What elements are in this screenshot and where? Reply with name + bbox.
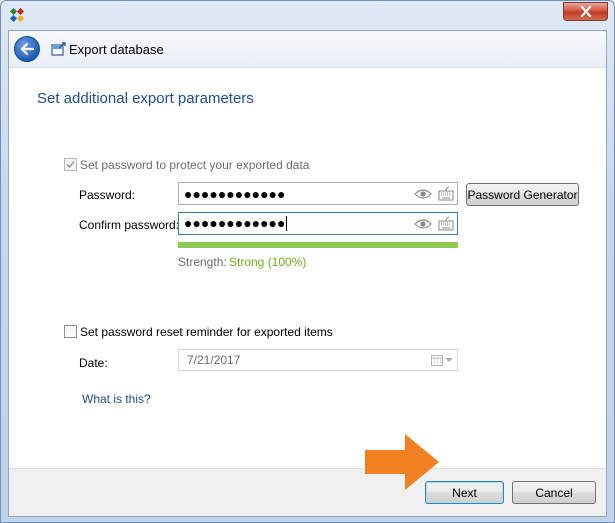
wizard-footer: Next Cancel <box>9 468 606 516</box>
strength-label: Strength: <box>178 255 227 269</box>
reminder-date-picker[interactable]: 7/21/2017 <box>178 349 458 371</box>
strength-value: Strong (100%) <box>229 255 307 269</box>
password-protect-label: Set password to protect your exported da… <box>80 158 310 172</box>
calendar-icon <box>431 355 443 366</box>
date-label: Date: <box>79 356 108 370</box>
title-bar <box>1 1 614 27</box>
reset-reminder-label: Set password reset reminder for exported… <box>80 325 333 339</box>
password-input[interactable]: ●●●●●●●●●●●● <box>178 182 458 205</box>
show-confirm-eye-icon[interactable] <box>414 218 432 230</box>
password-strength-bar <box>178 242 458 248</box>
chevron-down-icon <box>445 358 453 362</box>
back-button[interactable] <box>14 36 40 62</box>
text-caret <box>286 216 288 232</box>
virtual-keyboard-icon[interactable] <box>438 216 454 231</box>
export-database-window: Export database Set additional export pa… <box>0 0 615 523</box>
wizard-content: Export database Set additional export pa… <box>8 30 607 517</box>
password-label: Password: <box>79 188 136 202</box>
back-arrow-icon <box>20 43 34 55</box>
section-title: Set additional export parameters <box>37 90 254 107</box>
reset-reminder-checkbox[interactable] <box>64 325 77 338</box>
virtual-keyboard-icon[interactable] <box>438 186 454 201</box>
date-value: 7/21/2017 <box>187 353 241 367</box>
cancel-button[interactable]: Cancel <box>512 481 596 504</box>
show-password-eye-icon[interactable] <box>414 188 432 200</box>
confirm-password-mask: ●●●●●●●●●●●● <box>184 214 288 232</box>
pointer-arrow-icon <box>365 434 439 490</box>
password-generator-button[interactable]: Password Generator <box>466 183 579 206</box>
password-protect-checkbox[interactable] <box>64 158 77 171</box>
app-logo-icon <box>9 7 25 23</box>
what-is-this-link[interactable]: What is this? <box>82 392 151 406</box>
checkmark-icon <box>66 160 75 169</box>
confirm-password-label: Confirm password: <box>79 218 180 232</box>
window-close-button[interactable] <box>563 2 608 21</box>
wizard-title: Export database <box>69 42 164 57</box>
confirm-password-input[interactable]: ●●●●●●●●●●●● <box>178 212 458 235</box>
close-icon <box>580 6 591 17</box>
password-mask: ●●●●●●●●●●●● <box>184 185 286 202</box>
wizard-header: Export database <box>9 31 606 68</box>
export-database-icon <box>51 42 66 56</box>
